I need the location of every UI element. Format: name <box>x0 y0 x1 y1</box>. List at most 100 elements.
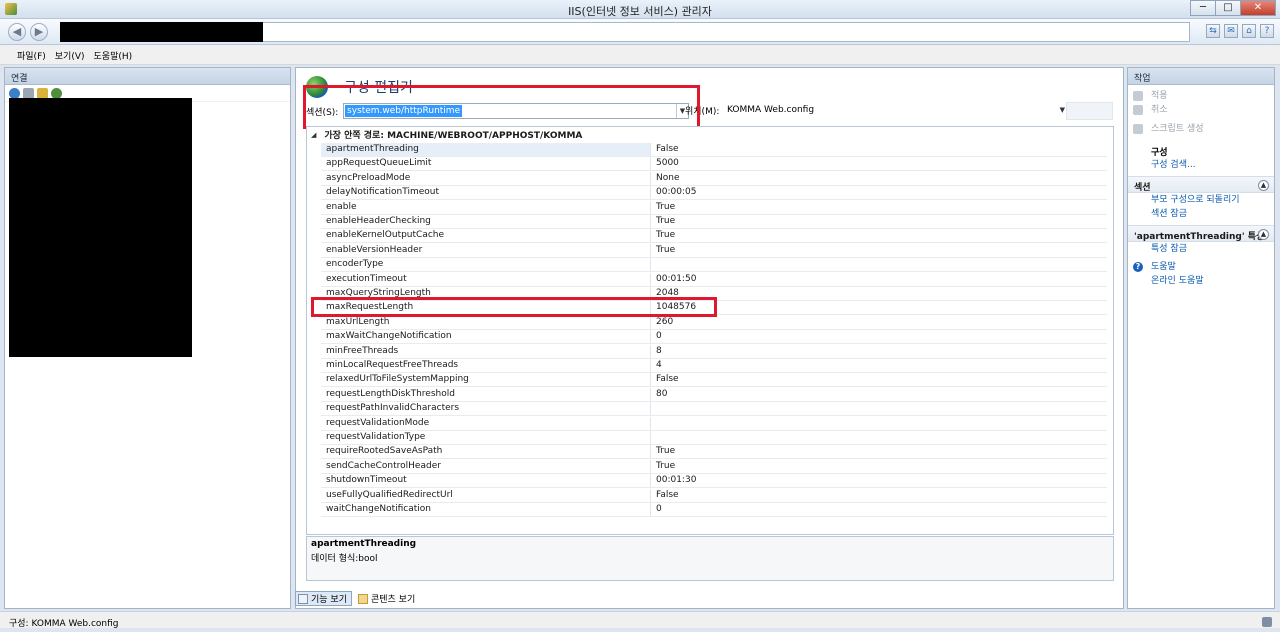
tab-content-view[interactable]: 콘텐츠 보기 <box>356 591 419 606</box>
table-row[interactable]: minFreeThreads 8 <box>321 345 1107 359</box>
connect-globe-icon[interactable] <box>9 87 20 99</box>
home-icon[interactable]: ⌂ <box>1242 24 1256 38</box>
table-row[interactable]: apartmentThreading False <box>321 143 1107 157</box>
maximize-button[interactable]: □ <box>1215 0 1241 16</box>
property-name: maxRequestLength <box>321 301 651 314</box>
property-value[interactable]: True <box>652 445 675 458</box>
refresh-icon[interactable] <box>51 87 62 99</box>
table-row[interactable]: enableVersionHeader True <box>321 244 1107 258</box>
apply-action[interactable]: 적용 <box>1128 89 1274 103</box>
property-value[interactable]: False <box>652 489 679 502</box>
property-value[interactable]: 5000 <box>652 157 679 170</box>
close-button[interactable]: ✕ <box>1240 0 1276 16</box>
table-row[interactable]: enable True <box>321 201 1107 215</box>
property-value[interactable]: None <box>652 172 679 185</box>
cancel-action[interactable]: 취소 <box>1128 103 1274 117</box>
features-view-icon <box>298 593 308 604</box>
property-name: encoderType <box>321 258 651 271</box>
property-value[interactable]: False <box>652 143 679 156</box>
tab-content-label: 콘텐츠 보기 <box>370 595 416 605</box>
config-search-action[interactable]: 구성 검색... <box>1128 158 1274 172</box>
menu-view[interactable]: 보기(V) <box>52 45 91 64</box>
grid-group-header[interactable]: ◢ 가장 안쪽 경로: MACHINE/WEBROOT/APPHOST/KOMM… <box>307 127 1113 141</box>
property-value[interactable] <box>652 417 656 430</box>
property-value[interactable]: 260 <box>652 316 673 329</box>
section-group-header[interactable]: 섹션 ▲ <box>1128 176 1274 193</box>
property-value[interactable]: 0 <box>652 503 662 516</box>
section-row: 섹션(S): <box>306 103 340 119</box>
property-value[interactable]: True <box>652 244 675 257</box>
property-value[interactable]: 1048576 <box>652 301 696 314</box>
property-value[interactable]: 00:00:05 <box>652 186 696 199</box>
revert-to-parent-action[interactable]: 부모 구성으로 되돌리기 <box>1128 193 1274 207</box>
table-row[interactable]: executionTimeout 00:01:50 <box>321 273 1107 287</box>
minimize-button[interactable]: ─ <box>1190 0 1216 16</box>
table-row[interactable]: requestLengthDiskThreshold 80 <box>321 388 1107 402</box>
location-select[interactable]: KOMMA Web.config ▼ <box>725 103 1065 119</box>
property-name: delayNotificationTimeout <box>321 186 651 199</box>
property-value[interactable]: False <box>652 373 679 386</box>
online-help-action[interactable]: 온라인 도움말 <box>1128 274 1274 288</box>
menu-help[interactable]: 도움말(H) <box>91 45 139 64</box>
collapse-icon[interactable]: ▲ <box>1258 180 1269 191</box>
save-icon[interactable] <box>23 87 34 99</box>
collapse-icon[interactable]: ▲ <box>1258 229 1269 240</box>
table-row[interactable]: requestPathInvalidCharacters <box>321 402 1107 416</box>
property-value[interactable]: True <box>652 215 675 228</box>
property-value[interactable]: 2048 <box>652 287 679 300</box>
table-row[interactable]: relaxedUrlToFileSystemMapping False <box>321 373 1107 387</box>
table-row[interactable]: minLocalRequestFreeThreads 4 <box>321 359 1107 373</box>
forward-button[interactable]: ▶ <box>30 23 48 41</box>
table-row[interactable]: waitChangeNotification 0 <box>321 503 1107 517</box>
property-value[interactable]: 00:01:30 <box>652 474 696 487</box>
generate-script-action[interactable]: 스크립트 생성 <box>1128 122 1274 136</box>
mail-icon[interactable]: ✉ <box>1224 24 1238 38</box>
property-value[interactable] <box>652 402 656 415</box>
property-value[interactable]: 8 <box>652 345 662 358</box>
property-value[interactable]: 80 <box>652 388 667 401</box>
back-button[interactable]: ◀ <box>8 23 26 41</box>
property-value[interactable] <box>652 431 656 444</box>
table-row[interactable]: enableKernelOutputCache True <box>321 229 1107 243</box>
table-row[interactable]: enableHeaderChecking True <box>321 215 1107 229</box>
section-select[interactable]: system.web/httpRuntime ▼ <box>343 103 689 119</box>
collapse-triangle-icon[interactable]: ◢ <box>311 131 316 139</box>
property-name: sendCacheControlHeader <box>321 460 651 473</box>
lock-section-action[interactable]: 섹션 잠금 <box>1128 207 1274 221</box>
property-value[interactable]: True <box>652 460 675 473</box>
location-button[interactable] <box>1066 102 1113 120</box>
property-value[interactable]: 4 <box>652 359 662 372</box>
table-row[interactable]: maxUrlLength 260 <box>321 316 1107 330</box>
property-group-header[interactable]: 'apartmentThreading' 특성 ▲ <box>1128 225 1274 242</box>
redacted-tree <box>9 98 192 357</box>
table-row[interactable]: requestValidationMode <box>321 417 1107 431</box>
property-name: maxWaitChangeNotification <box>321 330 651 343</box>
help-action[interactable]: ? 도움말 <box>1128 260 1274 274</box>
lock-property-action[interactable]: 특성 잠금 <box>1128 242 1274 256</box>
folder-up-icon[interactable] <box>37 87 48 99</box>
menu-file[interactable]: 파일(F) <box>14 45 52 64</box>
table-row[interactable]: delayNotificationTimeout 00:00:05 <box>321 186 1107 200</box>
table-row[interactable]: useFullyQualifiedRedirectUrl False <box>321 489 1107 503</box>
table-row[interactable]: asyncPreloadMode None <box>321 172 1107 186</box>
table-row[interactable]: encoderType <box>321 258 1107 272</box>
tab-features-view[interactable]: 기능 보기 <box>295 591 352 606</box>
table-row[interactable]: sendCacheControlHeader True <box>321 460 1107 474</box>
table-row[interactable]: maxRequestLength 1048576 <box>321 301 1107 315</box>
property-value[interactable]: True <box>652 229 675 242</box>
section-select-value: system.web/httpRuntime <box>345 105 463 117</box>
chevron-down-icon[interactable]: ▼ <box>1060 103 1065 117</box>
property-value[interactable]: True <box>652 201 675 214</box>
table-row[interactable]: requireRootedSaveAsPath True <box>321 445 1107 459</box>
table-row[interactable]: maxQueryStringLength 2048 <box>321 287 1107 301</box>
connect-icon[interactable]: ⇆ <box>1206 24 1220 38</box>
property-value[interactable]: 0 <box>652 330 662 343</box>
table-row[interactable]: maxWaitChangeNotification 0 <box>321 330 1107 344</box>
property-grid[interactable]: ◢ 가장 안쪽 경로: MACHINE/WEBROOT/APPHOST/KOMM… <box>306 126 1114 535</box>
help-icon[interactable]: ? <box>1260 24 1274 38</box>
property-value[interactable] <box>652 258 656 271</box>
table-row[interactable]: requestValidationType <box>321 431 1107 445</box>
property-value[interactable]: 00:01:50 <box>652 273 696 286</box>
table-row[interactable]: appRequestQueueLimit 5000 <box>321 157 1107 171</box>
table-row[interactable]: shutdownTimeout 00:01:30 <box>321 474 1107 488</box>
